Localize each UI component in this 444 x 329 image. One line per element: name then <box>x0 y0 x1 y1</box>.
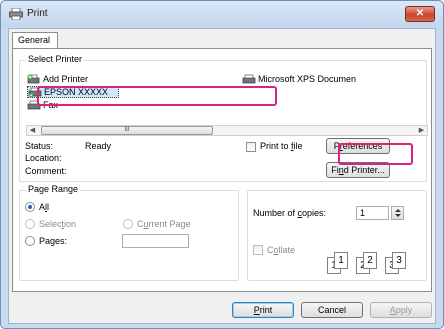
printer-icon <box>9 8 23 20</box>
status-value: Ready <box>85 141 112 151</box>
print-to-file-checkbox[interactable] <box>246 142 256 152</box>
tab-general[interactable]: General <box>12 32 58 49</box>
cancel-button[interactable]: Cancel <box>301 302 363 318</box>
current-page-label[interactable]: Current Page <box>137 219 191 229</box>
printer-item-xps[interactable]: Microsoft XPS Documen <box>242 73 356 85</box>
close-button[interactable]: ✕ <box>405 6 435 22</box>
printer-list[interactable]: Add Printer EPSON XXXXX Fax Microsoft XP… <box>26 70 426 124</box>
collate-page-front: 2 <box>363 252 377 269</box>
scrollbar-thumb[interactable]: III <box>41 126 213 135</box>
collate-page-front: 1 <box>334 252 348 269</box>
selection-label[interactable]: Selection <box>39 219 76 229</box>
fax-icon <box>27 100 41 109</box>
general-tab-panel: Select Printer Add Printer EPSON XXXXX F… <box>12 48 432 292</box>
printer-item-label: Fax <box>43 100 59 110</box>
preferences-button[interactable]: Preferences <box>326 138 390 154</box>
print-dialog: Print ✕ General Select Printer Add Print… <box>0 0 444 329</box>
status-label: Status: <box>25 141 54 151</box>
printer-icon <box>28 87 42 97</box>
pages-label[interactable]: Pages: <box>39 236 67 246</box>
comment-label: Comment: <box>25 166 67 176</box>
page-range-legend: Page Range <box>26 184 81 194</box>
current-page-radio[interactable] <box>123 219 133 229</box>
printer-item-label: Add Printer <box>43 74 89 84</box>
page-range-group: Page Range All Selection Current Page Pa… <box>19 184 239 281</box>
pages-radio[interactable] <box>25 236 35 246</box>
apply-button[interactable]: Apply <box>370 302 432 318</box>
title-bar[interactable]: Print ✕ <box>1 1 443 27</box>
scroll-right-arrow-icon[interactable]: ▶ <box>416 126 427 135</box>
printer-item-add-printer[interactable]: Add Printer <box>27 73 88 85</box>
copies-input[interactable]: 1 <box>356 206 389 220</box>
scrollbar-grip: III <box>124 127 130 133</box>
window-title: Print <box>27 8 48 19</box>
pages-input[interactable] <box>122 234 189 248</box>
close-icon: ✕ <box>415 8 425 19</box>
copies-spinner[interactable] <box>391 206 404 220</box>
printer-list-scrollbar[interactable]: ◀ III ▶ <box>26 125 428 136</box>
dialog-client-area: General Select Printer Add Printer EPSON… <box>8 28 436 324</box>
printer-item-fax[interactable]: Fax <box>27 99 58 111</box>
selection-radio[interactable] <box>25 219 35 229</box>
printer-item-label: Microsoft XPS Documen <box>258 74 357 84</box>
add-printer-icon <box>27 73 40 83</box>
all-pages-label[interactable]: All <box>39 202 49 212</box>
location-label: Location: <box>25 153 62 163</box>
collate-label[interactable]: Collate <box>267 245 295 255</box>
select-printer-legend: Select Printer <box>26 54 85 64</box>
number-of-copies-label: Number of copies: <box>253 208 327 218</box>
printer-icon <box>242 74 256 83</box>
printer-item-label: EPSON XXXXX <box>44 87 109 97</box>
collate-page-front: 3 <box>392 252 406 269</box>
collate-checkbox[interactable] <box>253 245 263 255</box>
print-to-file-label[interactable]: Print to file <box>260 141 303 151</box>
select-printer-group: Select Printer Add Printer EPSON XXXXX F… <box>19 54 428 182</box>
find-printer-button[interactable]: Find Printer... <box>326 162 390 178</box>
printer-item-epson[interactable]: EPSON XXXXX <box>27 86 119 98</box>
all-pages-radio[interactable] <box>25 202 35 212</box>
print-button[interactable]: Print <box>232 302 294 318</box>
scroll-left-arrow-icon[interactable]: ◀ <box>27 126 38 135</box>
copies-group: Number of copies: 1 Collate 1 1 2 2 3 3 <box>247 190 427 281</box>
